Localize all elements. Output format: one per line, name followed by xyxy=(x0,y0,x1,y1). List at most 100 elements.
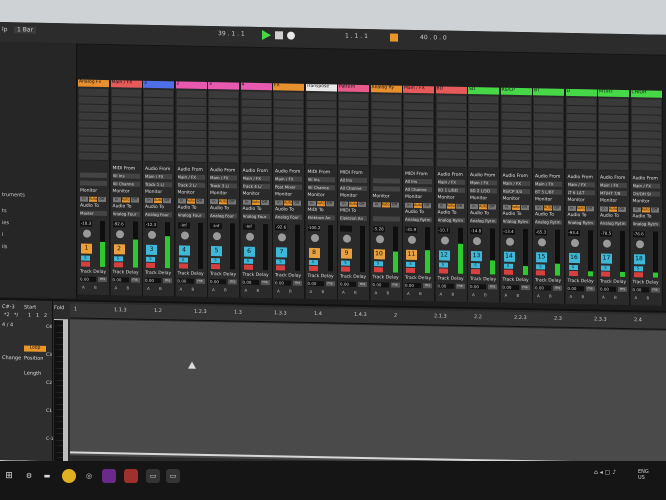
crossfade-b[interactable]: B xyxy=(419,291,422,296)
pan-knob-icon[interactable] xyxy=(148,230,156,239)
arm-button[interactable] xyxy=(601,271,610,277)
monitor-off[interactable]: Off xyxy=(520,204,529,211)
language-indicator[interactable]: ENG US xyxy=(638,469,649,481)
input-select[interactable] xyxy=(80,172,107,179)
monitor-auto[interactable]: Auto xyxy=(186,198,195,204)
volume-value[interactable] xyxy=(340,225,352,232)
track-title[interactable]: LT xyxy=(565,88,597,97)
browser-item[interactable]: ts xyxy=(2,208,7,214)
level-meter[interactable] xyxy=(490,228,495,275)
output-select[interactable]: Analog Four xyxy=(275,214,302,220)
volume-value[interactable]: -78.5 xyxy=(600,230,612,237)
monitor-auto[interactable]: Auto xyxy=(446,203,455,209)
volume-value[interactable]: -12.3 xyxy=(145,221,157,229)
monitor-auto[interactable]: Auto xyxy=(251,199,260,205)
monitor-auto[interactable]: Auto xyxy=(284,200,292,206)
crossfade-a[interactable]: A xyxy=(310,289,313,294)
crossfade-b[interactable]: B xyxy=(127,285,130,290)
monitor-switch[interactable]: In Auto Off xyxy=(210,198,237,205)
track-title[interactable]: 4 xyxy=(240,82,272,91)
monitor-off[interactable]: Off xyxy=(130,197,139,203)
input-select[interactable]: All Ins xyxy=(340,177,367,184)
crossfade-a[interactable]: A xyxy=(407,291,410,296)
crossfade-b[interactable]: B xyxy=(322,289,325,294)
solo-button[interactable]: S xyxy=(373,261,383,267)
crossfade-a[interactable]: A xyxy=(342,290,345,295)
monitor-off[interactable]: Off xyxy=(488,204,496,210)
monitor-off[interactable]: Off xyxy=(423,203,431,209)
monitor-in[interactable]: In xyxy=(177,198,186,204)
delay-unit[interactable]: ms xyxy=(358,281,367,288)
monitor-switch[interactable]: In Auto Off xyxy=(145,197,172,204)
record-icon[interactable] xyxy=(287,31,295,40)
output-select[interactable]: Elektron An xyxy=(307,214,335,221)
input-channel-select[interactable]: Track 4 L/ xyxy=(242,183,270,190)
input-channel-select[interactable]: All Channe xyxy=(112,181,140,187)
loop-switch-icon[interactable] xyxy=(390,33,398,42)
delay-unit[interactable]: ms xyxy=(293,280,302,286)
output-select[interactable]: Analog Four xyxy=(242,213,270,220)
track-activator[interactable]: 9 xyxy=(341,248,352,259)
monitor-switch[interactable]: In Auto Off xyxy=(535,204,562,211)
input-select[interactable]: Main / FX xyxy=(210,175,237,181)
output-select[interactable]: Analog Rytm xyxy=(632,221,660,227)
monitor-switch[interactable]: In Auto Off xyxy=(275,199,302,206)
arm-button[interactable] xyxy=(276,265,285,271)
input-select[interactable]: Main / FX xyxy=(470,180,497,186)
arm-button[interactable] xyxy=(308,265,318,272)
solo-button[interactable]: S xyxy=(178,257,188,263)
solo-button[interactable]: S xyxy=(406,261,415,267)
output-select[interactable]: Master xyxy=(80,210,107,217)
level-meter[interactable] xyxy=(360,225,365,273)
volume-value[interactable]: -Inf xyxy=(177,222,190,229)
monitor-switch[interactable]: In Auto Off xyxy=(340,201,367,208)
delay-unit[interactable]: ms xyxy=(325,281,335,287)
input-select[interactable]: Main / FX xyxy=(502,180,530,187)
pan-knob-icon[interactable] xyxy=(408,235,416,244)
arm-button[interactable] xyxy=(81,261,90,267)
volume-value[interactable]: -Inf xyxy=(210,223,222,230)
folder-icon[interactable]: ▬ xyxy=(40,469,54,483)
output-select[interactable] xyxy=(372,216,400,222)
input-channel-select[interactable]: MT/HT 7/8 xyxy=(600,190,627,197)
track-title[interactable]: 3 xyxy=(208,81,239,90)
input-channel-select[interactable]: BD 1 L/BD xyxy=(437,187,465,193)
loop-length[interactable]: 40 . 0 . 0 xyxy=(420,34,447,42)
clip-slot[interactable] xyxy=(404,158,433,168)
crossfade-b[interactable]: B xyxy=(647,295,650,300)
monitor-off[interactable]: Off xyxy=(553,205,561,211)
input-select[interactable]: Main / FX xyxy=(275,176,302,182)
loop-start[interactable]: 1 . 1 . 1 xyxy=(345,33,368,40)
crossfade-b[interactable]: B xyxy=(484,292,487,297)
track-activator[interactable]: 2 xyxy=(113,244,125,255)
crossfade-a[interactable]: A xyxy=(180,286,183,291)
delay-unit[interactable]: ms xyxy=(390,282,400,288)
monitor-switch[interactable]: In Auto Off xyxy=(502,204,530,211)
crossfade-b[interactable]: B xyxy=(94,285,97,290)
level-meter[interactable] xyxy=(457,227,463,274)
track-delay-value[interactable]: 0.00 xyxy=(145,277,161,284)
arm-button[interactable] xyxy=(243,264,253,270)
monitor-in[interactable]: In xyxy=(535,205,543,211)
track-title[interactable]: Pattern xyxy=(338,84,369,93)
crossfade-a[interactable]: A xyxy=(82,285,85,290)
monitor-switch[interactable]: In Auto Off xyxy=(405,202,432,209)
output-select[interactable]: Analog Rytm xyxy=(405,216,432,223)
monitor-off[interactable]: Off xyxy=(455,203,464,209)
monitor-in[interactable]: In xyxy=(437,203,446,209)
solo-button[interactable]: S xyxy=(471,263,480,269)
input-select[interactable]: All Ins xyxy=(307,176,335,183)
tray-icons[interactable]: ⌂ ◂ ▢ ♪ xyxy=(594,469,616,476)
solo-button[interactable]: S xyxy=(146,256,155,262)
start-val3[interactable]: 2 xyxy=(44,313,47,319)
crossfade-b[interactable]: B xyxy=(192,287,195,292)
monitor-auto[interactable]: Auto xyxy=(154,197,162,204)
level-meter[interactable] xyxy=(425,227,430,274)
monitor-in[interactable]: In xyxy=(145,197,153,203)
monitor-off[interactable]: Off xyxy=(618,206,626,213)
solo-button[interactable]: S xyxy=(536,264,545,270)
monitor-auto[interactable]: Auto xyxy=(511,204,520,210)
settings-gear-icon[interactable]: ⚙ xyxy=(22,469,36,483)
track-activator[interactable]: 12 xyxy=(438,250,450,261)
output-select[interactable]: Analog Rytm xyxy=(437,217,465,223)
